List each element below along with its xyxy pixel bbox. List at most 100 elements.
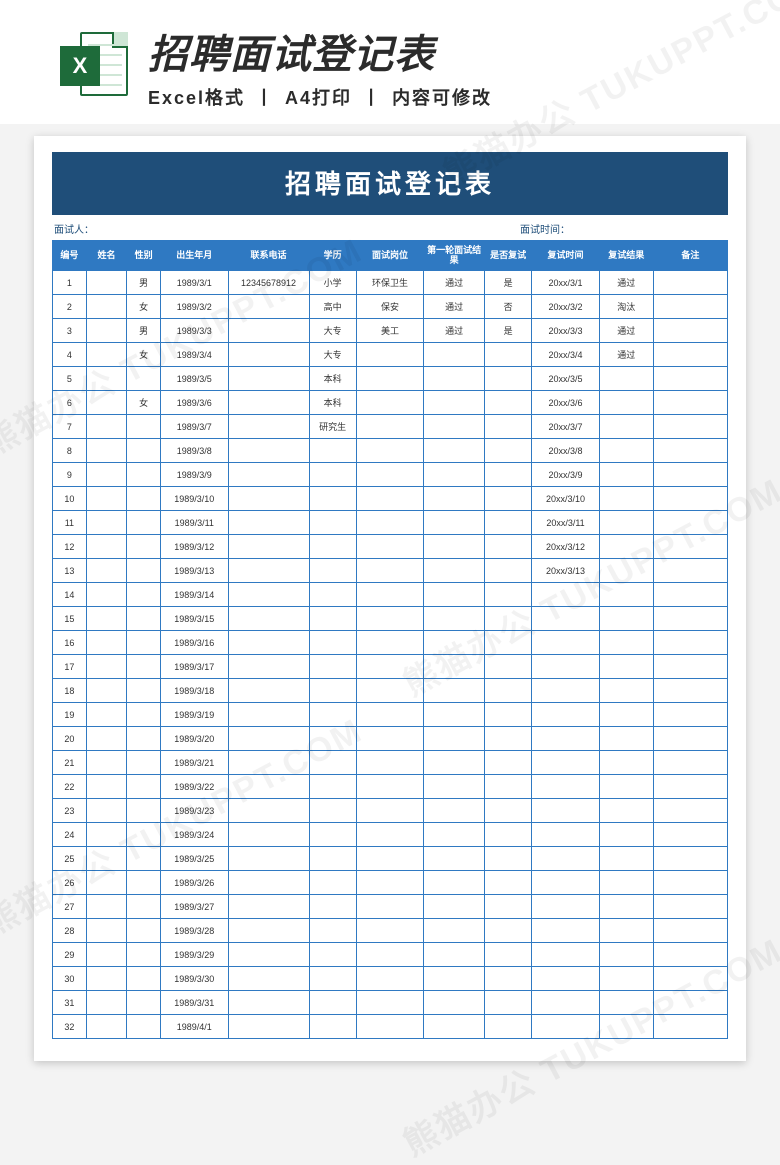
cell-rr (599, 439, 653, 463)
table-row: 251989/3/25 (53, 847, 728, 871)
cell-pos (356, 511, 424, 535)
cell-idx: 30 (53, 967, 87, 991)
table-row: 241989/3/24 (53, 823, 728, 847)
table-row: 321989/4/1 (53, 1015, 728, 1039)
cell-rr (599, 799, 653, 823)
cell-edu (309, 823, 356, 847)
cell-tel (228, 559, 309, 583)
cell-rt (532, 943, 600, 967)
table-row: 301989/3/30 (53, 967, 728, 991)
table-row: 221989/3/22 (53, 775, 728, 799)
meta-time-label: 面试时间： (260, 221, 726, 236)
table-row: 231989/3/23 (53, 799, 728, 823)
cell-rt: 20xx/3/12 (532, 535, 600, 559)
cell-edu (309, 631, 356, 655)
cell-rr (599, 991, 653, 1015)
cell-name (86, 535, 127, 559)
cell-sex (127, 991, 161, 1015)
cell-dob: 1989/3/8 (161, 439, 229, 463)
cell-edu (309, 991, 356, 1015)
cell-sex (127, 895, 161, 919)
cell-rt (532, 919, 600, 943)
table-header-cell: 编号 (53, 241, 87, 271)
table-body: 1男1989/3/112345678912小学环保卫生通过是20xx/3/1通过… (53, 271, 728, 1039)
cell-dob: 1989/3/26 (161, 871, 229, 895)
cell-edu (309, 535, 356, 559)
cell-re (485, 607, 532, 631)
cell-note (653, 607, 727, 631)
cell-idx: 17 (53, 655, 87, 679)
cell-name (86, 367, 127, 391)
cell-note (653, 559, 727, 583)
cell-tel (228, 703, 309, 727)
cell-sex (127, 655, 161, 679)
cell-edu: 研究生 (309, 415, 356, 439)
cell-rt (532, 823, 600, 847)
cell-idx: 12 (53, 535, 87, 559)
cell-rt (532, 871, 600, 895)
cell-dob: 1989/3/2 (161, 295, 229, 319)
cell-sex (127, 559, 161, 583)
cell-rr: 通过 (599, 271, 653, 295)
cell-note (653, 991, 727, 1015)
table-row: 81989/3/820xx/3/8 (53, 439, 728, 463)
cell-note (653, 631, 727, 655)
cell-re: 否 (485, 295, 532, 319)
sheet-document: 招聘面试登记表 面试人： 面试时间： 编号姓名性别出生年月联系电话学历面试岗位第… (34, 136, 746, 1061)
cell-idx: 18 (53, 679, 87, 703)
cell-r1 (424, 655, 485, 679)
cell-r1 (424, 535, 485, 559)
cell-sex: 女 (127, 343, 161, 367)
cell-r1 (424, 847, 485, 871)
table-row: 191989/3/19 (53, 703, 728, 727)
cell-sex (127, 871, 161, 895)
cell-tel (228, 775, 309, 799)
cell-dob: 1989/3/31 (161, 991, 229, 1015)
cell-dob: 1989/3/7 (161, 415, 229, 439)
cell-tel (228, 367, 309, 391)
cell-idx: 2 (53, 295, 87, 319)
cell-note (653, 655, 727, 679)
cell-name (86, 559, 127, 583)
cell-name (86, 391, 127, 415)
cell-r1 (424, 967, 485, 991)
table-row: 271989/3/27 (53, 895, 728, 919)
cell-rt (532, 655, 600, 679)
cell-edu (309, 559, 356, 583)
cell-re: 是 (485, 271, 532, 295)
cell-r1 (424, 391, 485, 415)
cell-sex: 女 (127, 295, 161, 319)
cell-sex (127, 919, 161, 943)
table-header-cell: 备注 (653, 241, 727, 271)
cell-idx: 7 (53, 415, 87, 439)
cell-name (86, 415, 127, 439)
cell-dob: 1989/3/20 (161, 727, 229, 751)
cell-name (86, 895, 127, 919)
cell-re (485, 919, 532, 943)
cell-note (653, 319, 727, 343)
cell-idx: 22 (53, 775, 87, 799)
cell-edu: 高中 (309, 295, 356, 319)
cell-tel: 12345678912 (228, 271, 309, 295)
cell-note (653, 727, 727, 751)
cell-re (485, 751, 532, 775)
cell-pos: 保安 (356, 295, 424, 319)
cell-edu: 小学 (309, 271, 356, 295)
cell-rt: 20xx/3/10 (532, 487, 600, 511)
hero-subtitle: Excel格式丨A4打印丨内容可修改 (148, 84, 740, 110)
cell-rr (599, 943, 653, 967)
cell-r1 (424, 799, 485, 823)
cell-edu: 本科 (309, 367, 356, 391)
cell-pos (356, 463, 424, 487)
cell-note (653, 295, 727, 319)
table-row: 291989/3/29 (53, 943, 728, 967)
cell-rr (599, 703, 653, 727)
cell-r1 (424, 751, 485, 775)
cell-rt (532, 991, 600, 1015)
cell-sex (127, 679, 161, 703)
cell-note (653, 871, 727, 895)
cell-name (86, 991, 127, 1015)
cell-sex (127, 415, 161, 439)
cell-tel (228, 847, 309, 871)
cell-edu (309, 799, 356, 823)
